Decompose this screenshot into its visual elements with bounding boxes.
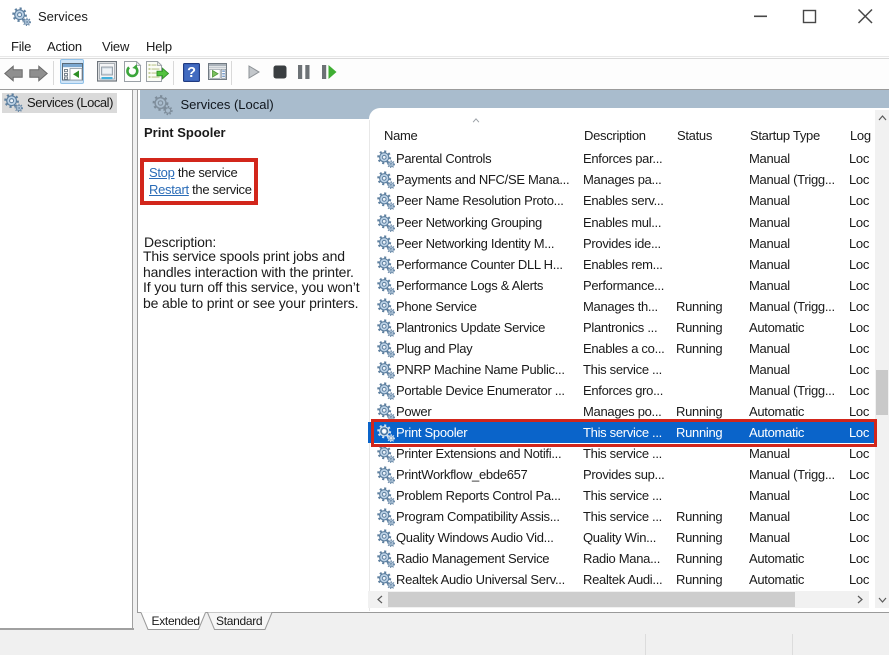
- svg-text:Extended: Extended: [152, 614, 200, 628]
- svg-text:?: ?: [187, 65, 196, 81]
- svg-text:Standard: Standard: [216, 614, 262, 628]
